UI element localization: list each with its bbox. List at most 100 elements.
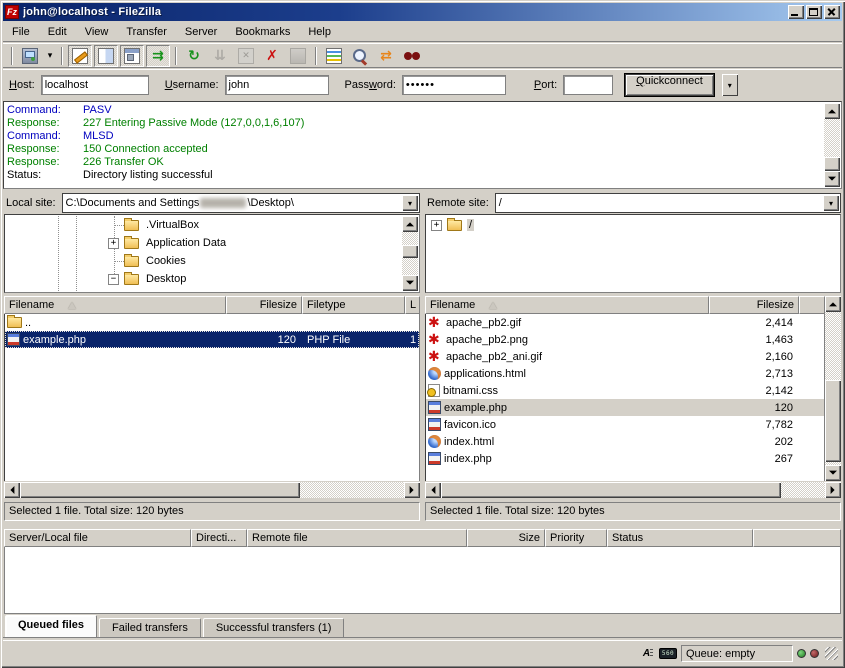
local-path-dropdown[interactable]: ▾: [402, 195, 418, 211]
scroll-up-button[interactable]: [824, 103, 840, 119]
minimize-button[interactable]: [788, 5, 804, 19]
menu-item[interactable]: Bookmarks: [226, 23, 299, 41]
tree-expander[interactable]: −: [108, 274, 119, 285]
remote-path-dropdown[interactable]: ▾: [823, 195, 839, 211]
menu-item[interactable]: Help: [299, 23, 340, 41]
queue-tab[interactable]: Queued files: [5, 615, 97, 637]
tree-expander[interactable]: +: [431, 220, 442, 231]
scroll-thumb[interactable]: [441, 482, 781, 498]
menu-item[interactable]: File: [3, 23, 39, 41]
column-header[interactable]: Filesize: [709, 296, 799, 314]
scroll-down-button[interactable]: [825, 465, 841, 481]
column-header[interactable]: Filesize: [226, 296, 302, 314]
toggle-queue-button[interactable]: ⇉: [146, 45, 170, 67]
resize-grip[interactable]: [825, 647, 838, 660]
file-row[interactable]: index.html 202: [426, 433, 824, 450]
file-row[interactable]: favicon.ico 7,782: [426, 416, 824, 433]
local-horizontal-scrollbar[interactable]: [4, 482, 420, 498]
filter-button[interactable]: [322, 45, 346, 67]
password-input[interactable]: ••••••: [402, 75, 506, 95]
queue-tab[interactable]: Successful transfers (1): [203, 618, 345, 637]
speed-limits-icon[interactable]: 560: [659, 648, 677, 659]
file-row[interactable]: apache_pb2.png 1,463: [426, 331, 824, 348]
scroll-thumb[interactable]: [402, 245, 418, 258]
column-header[interactable]: Filename: [425, 296, 709, 314]
column-header[interactable]: [753, 529, 841, 547]
host-input[interactable]: localhost: [41, 75, 149, 95]
file-row[interactable]: index.php 267: [426, 450, 824, 467]
scroll-down-button[interactable]: [824, 171, 840, 187]
maximize-button[interactable]: [806, 5, 822, 19]
synchronized-browsing-button[interactable]: ⇄: [374, 45, 398, 67]
disconnect-button[interactable]: ✗: [260, 45, 284, 67]
tree-expander[interactable]: +: [108, 238, 119, 249]
quickconnect-button[interactable]: QQuickconnectuickconnect: [625, 74, 714, 96]
tree-item[interactable]: .VirtualBox: [6, 216, 418, 234]
menu-item[interactable]: Server: [176, 23, 226, 41]
scroll-up-button[interactable]: [825, 296, 841, 312]
local-tree-scrollbar[interactable]: [402, 216, 418, 291]
column-header[interactable]: Filetype: [302, 296, 405, 314]
column-header[interactable]: Filename: [4, 296, 226, 314]
remote-vertical-scrollbar[interactable]: [825, 296, 841, 481]
menu-item[interactable]: Transfer: [117, 23, 176, 41]
menu-item[interactable]: View: [76, 23, 118, 41]
file-row[interactable]: example.php 120: [426, 399, 824, 416]
tree-item[interactable]: Cookies: [6, 252, 418, 270]
remote-path-combo[interactable]: / ▾: [495, 193, 841, 213]
status-bar: A 560 Queue: empty: [3, 640, 842, 665]
queue-header: Server/Local file Directi... Remote file…: [4, 529, 841, 547]
username-input[interactable]: john: [225, 75, 329, 95]
file-row[interactable]: apache_pb2.gif 2,414: [426, 314, 824, 331]
toggle-remote-tree-button[interactable]: [120, 45, 144, 67]
site-manager-button[interactable]: [18, 45, 42, 67]
menu-item[interactable]: Edit: [39, 23, 76, 41]
scroll-thumb[interactable]: [824, 157, 840, 171]
file-row[interactable]: applications.html 2,713: [426, 365, 824, 382]
port-input[interactable]: [563, 75, 613, 95]
scroll-thumb[interactable]: [825, 380, 841, 462]
file-row[interactable]: bitnami.css 2,142: [426, 382, 824, 399]
close-button[interactable]: [824, 5, 840, 19]
reconnect-button[interactable]: [286, 45, 310, 67]
file-row[interactable]: ..: [5, 314, 419, 331]
file-row[interactable]: apache_pb2_ani.gif 2,160: [426, 348, 824, 365]
tree-item[interactable]: + /: [427, 216, 839, 234]
local-path-combo[interactable]: C:\Documents and Settings\Desktop\ ▾: [62, 193, 420, 213]
column-header[interactable]: Remote file: [247, 529, 467, 547]
scroll-down-button[interactable]: [402, 275, 418, 291]
scroll-up-button[interactable]: [402, 216, 418, 232]
column-header[interactable]: L: [405, 296, 420, 314]
queue-body[interactable]: [4, 547, 841, 614]
local-list-header: Filename Filesize Filetype L: [4, 296, 420, 314]
column-header[interactable]: Server/Local file: [4, 529, 191, 547]
find-files-button[interactable]: [400, 45, 424, 67]
scroll-left-button[interactable]: [425, 482, 441, 498]
directory-comparison-button[interactable]: [348, 45, 372, 67]
refresh-button[interactable]: ↻: [182, 45, 206, 67]
column-header[interactable]: [799, 296, 825, 314]
column-header[interactable]: Directi...: [191, 529, 247, 547]
process-queue-button[interactable]: ⇊: [208, 45, 232, 67]
tree-item[interactable]: + Application Data: [6, 234, 418, 252]
toggle-log-view-button[interactable]: [68, 45, 92, 67]
column-header[interactable]: Size: [467, 529, 545, 547]
tree-item[interactable]: − Desktop: [6, 270, 418, 288]
column-header[interactable]: Priority: [545, 529, 607, 547]
site-manager-dropdown[interactable]: ▾: [44, 45, 56, 67]
scroll-thumb[interactable]: [20, 482, 300, 498]
transfer-type-indicator[interactable]: A: [638, 646, 655, 661]
file-row[interactable]: example.php 120 PHP File 1: [5, 331, 419, 348]
column-header[interactable]: Status: [607, 529, 753, 547]
remote-horizontal-scrollbar[interactable]: [425, 482, 841, 498]
queue-view-icon: ⇉: [152, 48, 164, 64]
scroll-right-button[interactable]: [404, 482, 420, 498]
toggle-local-tree-button[interactable]: [94, 45, 118, 67]
scroll-left-button[interactable]: [4, 482, 20, 498]
scroll-right-button[interactable]: [825, 482, 841, 498]
log-scrollbar[interactable]: [824, 103, 840, 187]
queue-tab[interactable]: Failed transfers: [99, 618, 201, 637]
quickconnect-dropdown[interactable]: ▾: [722, 74, 738, 96]
cancel-operation-button[interactable]: ✕: [234, 45, 258, 67]
log-line: Command: MLSD: [7, 130, 824, 143]
